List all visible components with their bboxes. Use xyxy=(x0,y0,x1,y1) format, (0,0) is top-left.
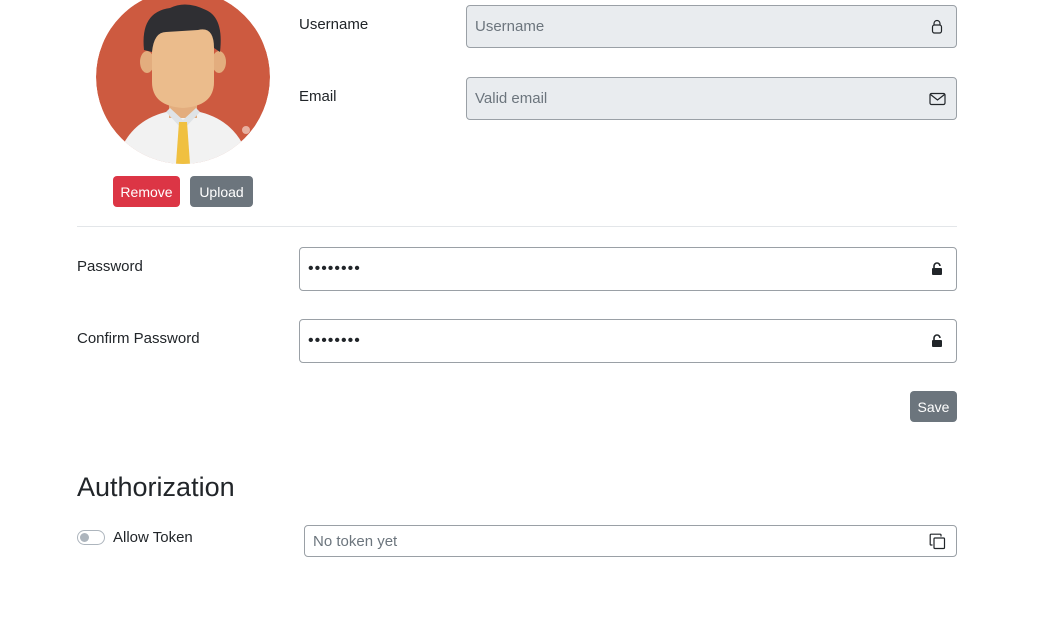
email-label: Email xyxy=(299,88,337,105)
save-button[interactable]: Save xyxy=(910,391,957,422)
unlock-icon[interactable] xyxy=(926,258,948,280)
avatar xyxy=(96,0,270,164)
upload-avatar-button[interactable]: Upload xyxy=(190,176,253,207)
email-field[interactable]: Valid email xyxy=(466,77,957,120)
username-label: Username xyxy=(299,16,369,33)
user-icon xyxy=(926,16,948,38)
remove-avatar-button[interactable]: Remove xyxy=(113,176,180,207)
authorization-heading: Authorization xyxy=(77,472,235,502)
allow-token-toggle[interactable] xyxy=(77,530,105,545)
allow-token-label: Allow Token xyxy=(113,529,193,546)
section-divider xyxy=(77,226,957,227)
envelope-icon xyxy=(926,88,948,110)
username-placeholder: Username xyxy=(475,18,545,35)
toggle-knob xyxy=(80,533,89,542)
username-field[interactable]: Username xyxy=(466,5,957,48)
token-placeholder: No token yet xyxy=(313,532,398,550)
copy-icon[interactable] xyxy=(926,530,948,552)
confirm-password-label: Confirm Password xyxy=(77,330,200,347)
confirm-password-field[interactable]: •••••••• xyxy=(299,319,957,363)
password-label: Password xyxy=(77,258,143,275)
password-value: •••••••• xyxy=(308,260,361,277)
email-placeholder: Valid email xyxy=(475,90,548,107)
token-field[interactable]: No token yet xyxy=(304,525,957,557)
confirm-password-value: •••••••• xyxy=(308,332,361,349)
password-field[interactable]: •••••••• xyxy=(299,247,957,291)
unlock-icon[interactable] xyxy=(926,330,948,352)
